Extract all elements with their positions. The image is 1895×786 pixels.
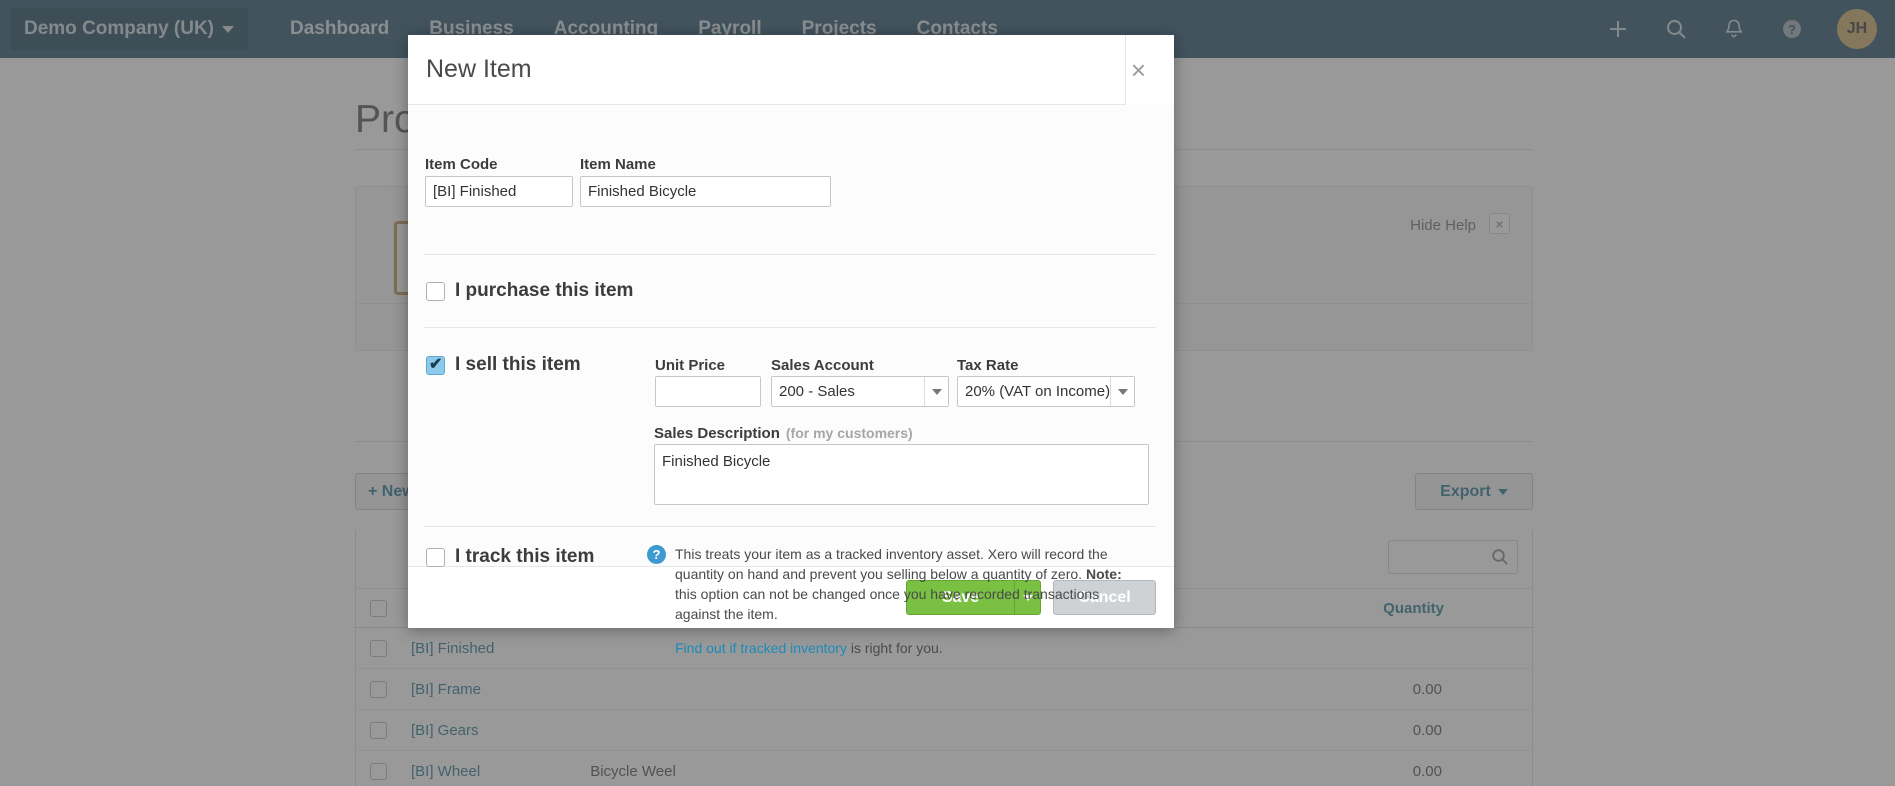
sales-description-sublabel: (for my customers) [785, 425, 913, 441]
section-divider [424, 254, 1156, 255]
tracked-inventory-link[interactable]: Find out if tracked inventory [675, 640, 847, 656]
purchase-checkbox[interactable] [426, 281, 445, 301]
info-icon[interactable]: ? [647, 545, 666, 564]
section-divider [424, 327, 1156, 328]
sell-checkbox[interactable] [426, 354, 445, 375]
sales-description-label: Sales Description [654, 425, 780, 442]
track-help-text: This treats your item as a tracked inven… [675, 545, 1147, 658]
item-name-input[interactable] [580, 176, 831, 207]
track-help-block: ? This treats your item as a tracked inv… [647, 545, 1147, 658]
sales-account-value: 200 - Sales [779, 383, 855, 400]
tax-rate-label: Tax Rate [957, 357, 1019, 374]
modal-title: New Item [426, 55, 532, 83]
track-checkbox-row[interactable]: I track this item [426, 546, 594, 568]
new-item-modal: New Item × Item Code Item Name I purchas… [408, 35, 1174, 656]
tax-rate-select[interactable]: 20% (VAT on Income) [957, 376, 1135, 407]
track-checkbox[interactable] [426, 547, 445, 567]
unit-price-label: Unit Price [655, 357, 726, 374]
sell-checkbox-row[interactable]: I sell this item [426, 354, 581, 376]
sales-account-label: Sales Account [771, 357, 874, 374]
tax-rate-value: 20% (VAT on Income) [965, 383, 1111, 400]
modal-body: Item Code Item Name I purchase this item… [408, 105, 1174, 656]
purchase-label: I purchase this item [455, 280, 634, 301]
section-divider [424, 526, 1156, 527]
close-icon[interactable]: × [1131, 57, 1146, 83]
track-help-line2: hand and prevent you selling below a qua… [747, 565, 1083, 582]
item-name-label: Item Name [580, 156, 656, 173]
unit-price-input[interactable] [655, 376, 761, 407]
purchase-checkbox-row[interactable]: I purchase this item [426, 280, 633, 302]
sales-account-select[interactable]: 200 - Sales [771, 376, 949, 407]
track-help-line4: the item. [724, 605, 778, 622]
track-help-link-row: Find out if tracked inventory is right f… [675, 639, 1147, 659]
app-root: Demo Company (UK) Dashboard Business Acc… [0, 0, 1895, 786]
item-code-input[interactable] [425, 176, 573, 207]
tracked-inventory-link-tail: is right for you. [846, 639, 943, 656]
track-help-note-label: Note: [1085, 565, 1122, 582]
sales-description-textarea[interactable] [654, 444, 1149, 505]
item-code-label: Item Code [425, 156, 498, 173]
modal-header: New Item × [408, 35, 1174, 105]
chevron-down-icon[interactable] [924, 377, 948, 406]
chevron-down-icon[interactable] [1110, 377, 1134, 406]
sell-label: I sell this item [455, 354, 581, 375]
sales-description-label-row: Sales Description (for my customers) [654, 425, 913, 442]
track-label: I track this item [455, 546, 595, 567]
